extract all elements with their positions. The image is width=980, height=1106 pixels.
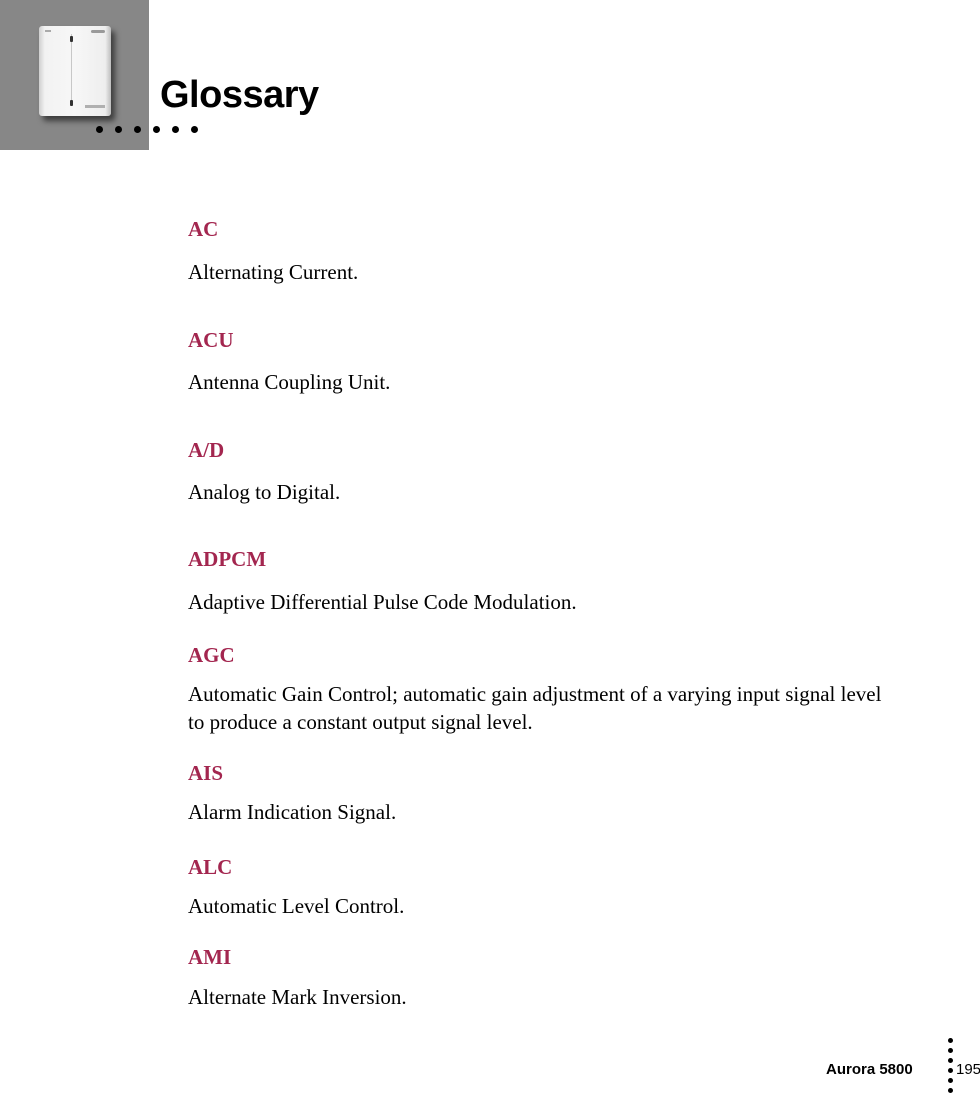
glossary-term: A/D — [188, 438, 225, 462]
device-photo-icon — [39, 26, 111, 116]
page-number: 195 — [956, 1061, 980, 1078]
glossary-definition: Adaptive Differential Pulse Code Modulat… — [188, 590, 577, 614]
glossary-definition: Analog to Digital. — [188, 480, 341, 504]
glossary-term: ACU — [188, 328, 234, 352]
glossary-term: AC — [188, 217, 219, 241]
glossary-term: AGC — [188, 643, 235, 667]
footer-dot-leader — [948, 1038, 953, 1093]
glossary-definition: Alternating Current. — [188, 260, 359, 284]
header-dot-leader — [96, 126, 198, 133]
footer-product-name: Aurora 5800 — [826, 1061, 913, 1078]
glossary-definition: Automatic Gain Control; automatic gain a… — [188, 682, 882, 734]
glossary-definition: Alarm Indication Signal. — [188, 800, 397, 824]
page-title: Glossary — [160, 74, 319, 116]
glossary-definition: Automatic Level Control. — [188, 894, 405, 918]
glossary-term: AMI — [188, 945, 232, 969]
glossary-term: ADPCM — [188, 547, 267, 571]
glossary-term: AIS — [188, 761, 224, 785]
glossary-definition: Alternate Mark Inversion. — [188, 985, 407, 1009]
glossary-term: ALC — [188, 855, 233, 879]
glossary-definition: Antenna Coupling Unit. — [188, 370, 391, 394]
